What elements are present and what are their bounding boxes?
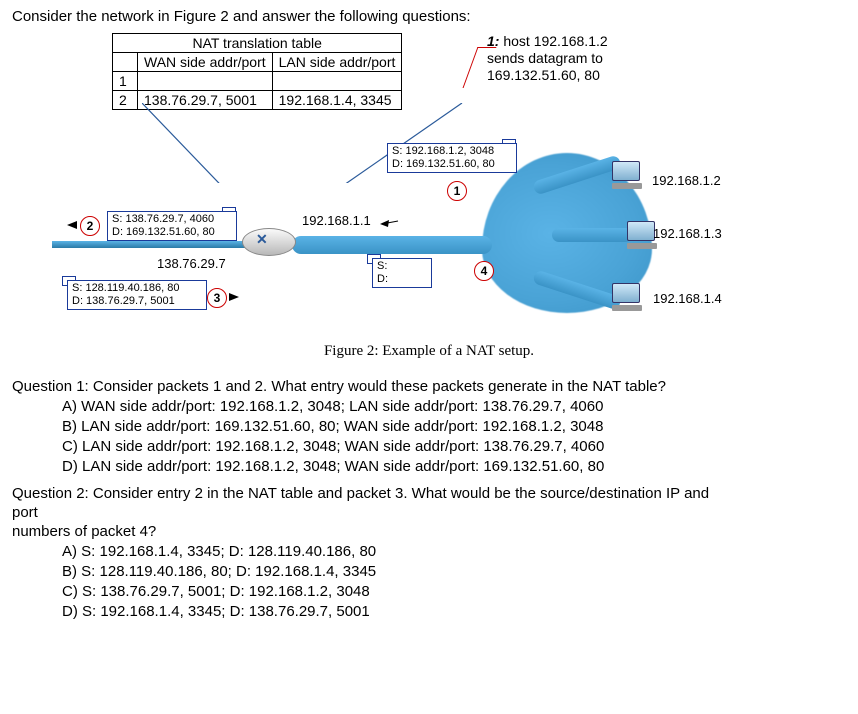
figure-nat: NAT translation table WAN side addr/port… bbox=[52, 33, 752, 333]
router-wan-ip: 138.76.29.7 bbox=[157, 256, 226, 271]
q1-option-a: A) WAN side addr/port: 192.168.1.2, 3048… bbox=[62, 398, 846, 415]
packet-2-box: S: 138.76.29.7, 4060 D: 169.132.51.60, 8… bbox=[107, 211, 237, 241]
packet-src: S: 138.76.29.7, 4060 bbox=[112, 213, 232, 226]
nat-row-2: 2 138.76.29.7, 5001 192.168.1.4, 3345 bbox=[113, 91, 402, 110]
q2-option-c: C) S: 138.76.29.7, 5001; D: 192.168.1.2,… bbox=[62, 583, 846, 600]
nat-row-num: 1 bbox=[113, 72, 138, 91]
host-icon bbox=[612, 283, 646, 311]
nat-row-num: 2 bbox=[113, 91, 138, 110]
step-circle-4: 4 bbox=[474, 261, 494, 281]
step1-l2: sends datagram to bbox=[487, 50, 603, 66]
packet-dst: D: bbox=[377, 273, 427, 286]
packet-4-box: S: D: bbox=[372, 258, 432, 288]
question-2-options: A) S: 192.168.1.4, 3345; D: 128.119.40.1… bbox=[62, 543, 846, 620]
packet-1-box: S: 192.168.1.2, 3048 D: 169.132.51.60, 8… bbox=[387, 143, 517, 173]
question-1-options: A) WAN side addr/port: 192.168.1.2, 3048… bbox=[62, 398, 846, 475]
nat-title: NAT translation table bbox=[113, 34, 402, 53]
intro-text: Consider the network in Figure 2 and ans… bbox=[12, 8, 846, 25]
nat-col-wan: WAN side addr/port bbox=[138, 53, 273, 72]
arrow-right-icon bbox=[229, 293, 239, 301]
q1-option-d: D) LAN side addr/port: 192.168.1.2, 3048… bbox=[62, 458, 846, 475]
arrow-left-icon bbox=[67, 221, 77, 229]
step1-bold: 1: bbox=[487, 33, 499, 49]
step1-caption: 1: host 192.168.1.2 sends datagram to 16… bbox=[487, 33, 608, 83]
nat-row-1: 1 bbox=[113, 72, 402, 91]
packet-src: S: 192.168.1.2, 3048 bbox=[392, 145, 512, 158]
packet-dst: D: 169.132.51.60, 80 bbox=[112, 226, 232, 239]
host-ip-label: 192.168.1.2 bbox=[652, 173, 721, 188]
router-x-icon: ✕ bbox=[256, 231, 268, 248]
q2-option-d: D) S: 192.168.1.4, 3345; D: 138.76.29.7,… bbox=[62, 603, 846, 620]
nat-row-wan: 138.76.29.7, 5001 bbox=[138, 91, 273, 110]
packet-dst: D: 138.76.29.7, 5001 bbox=[72, 295, 202, 308]
q1-option-b: B) LAN side addr/port: 169.132.51.60, 80… bbox=[62, 418, 846, 435]
nat-col-lan: LAN side addr/port bbox=[272, 53, 402, 72]
router-lan-ip: 192.168.1.1 bbox=[302, 213, 371, 228]
q2-option-a: A) S: 192.168.1.4, 3345; D: 128.119.40.1… bbox=[62, 543, 846, 560]
packet-src: S: 128.119.40.186, 80 bbox=[72, 282, 202, 295]
step-circle-2: 2 bbox=[80, 216, 100, 236]
nat-row-lan: 192.168.1.4, 3345 bbox=[272, 91, 402, 110]
question-1: Question 1: Consider packets 1 and 2. Wh… bbox=[12, 378, 846, 395]
cloud-arm bbox=[552, 228, 632, 242]
step1-l3: 169.132.51.60, 80 bbox=[487, 67, 600, 83]
packet-dst: D: 169.132.51.60, 80 bbox=[392, 158, 512, 171]
step-circle-3: 3 bbox=[207, 288, 227, 308]
question-2-line1: Question 2: Consider entry 2 in the NAT … bbox=[12, 485, 846, 502]
nat-row-wan bbox=[138, 72, 273, 91]
arrow-lan-to-router bbox=[380, 217, 400, 229]
packet-src: S: bbox=[377, 260, 427, 273]
question-2-line2: port bbox=[12, 504, 846, 521]
q1-option-c: C) LAN side addr/port: 192.168.1.2, 3048… bbox=[62, 438, 846, 455]
q2-option-b: B) S: 128.119.40.186, 80; D: 192.168.1.4… bbox=[62, 563, 846, 580]
wan-line bbox=[52, 241, 247, 248]
host-ip-label: 192.168.1.3 bbox=[653, 226, 722, 241]
step-circle-1: 1 bbox=[447, 181, 467, 201]
nat-row-lan bbox=[272, 72, 402, 91]
question-2-line3: numbers of packet 4? bbox=[12, 523, 846, 540]
host-icon bbox=[612, 161, 646, 189]
router-icon bbox=[242, 228, 296, 256]
nat-table: NAT translation table WAN side addr/port… bbox=[112, 33, 402, 110]
packet-3-box: S: 128.119.40.186, 80 D: 138.76.29.7, 50… bbox=[67, 280, 207, 310]
step1-l1: host 192.168.1.2 bbox=[499, 33, 607, 49]
figure-caption: Figure 2: Example of a NAT setup. bbox=[12, 343, 846, 360]
nat-blank bbox=[113, 53, 138, 72]
router-cloud-link bbox=[292, 236, 492, 254]
host-ip-label: 192.168.1.4 bbox=[653, 291, 722, 306]
